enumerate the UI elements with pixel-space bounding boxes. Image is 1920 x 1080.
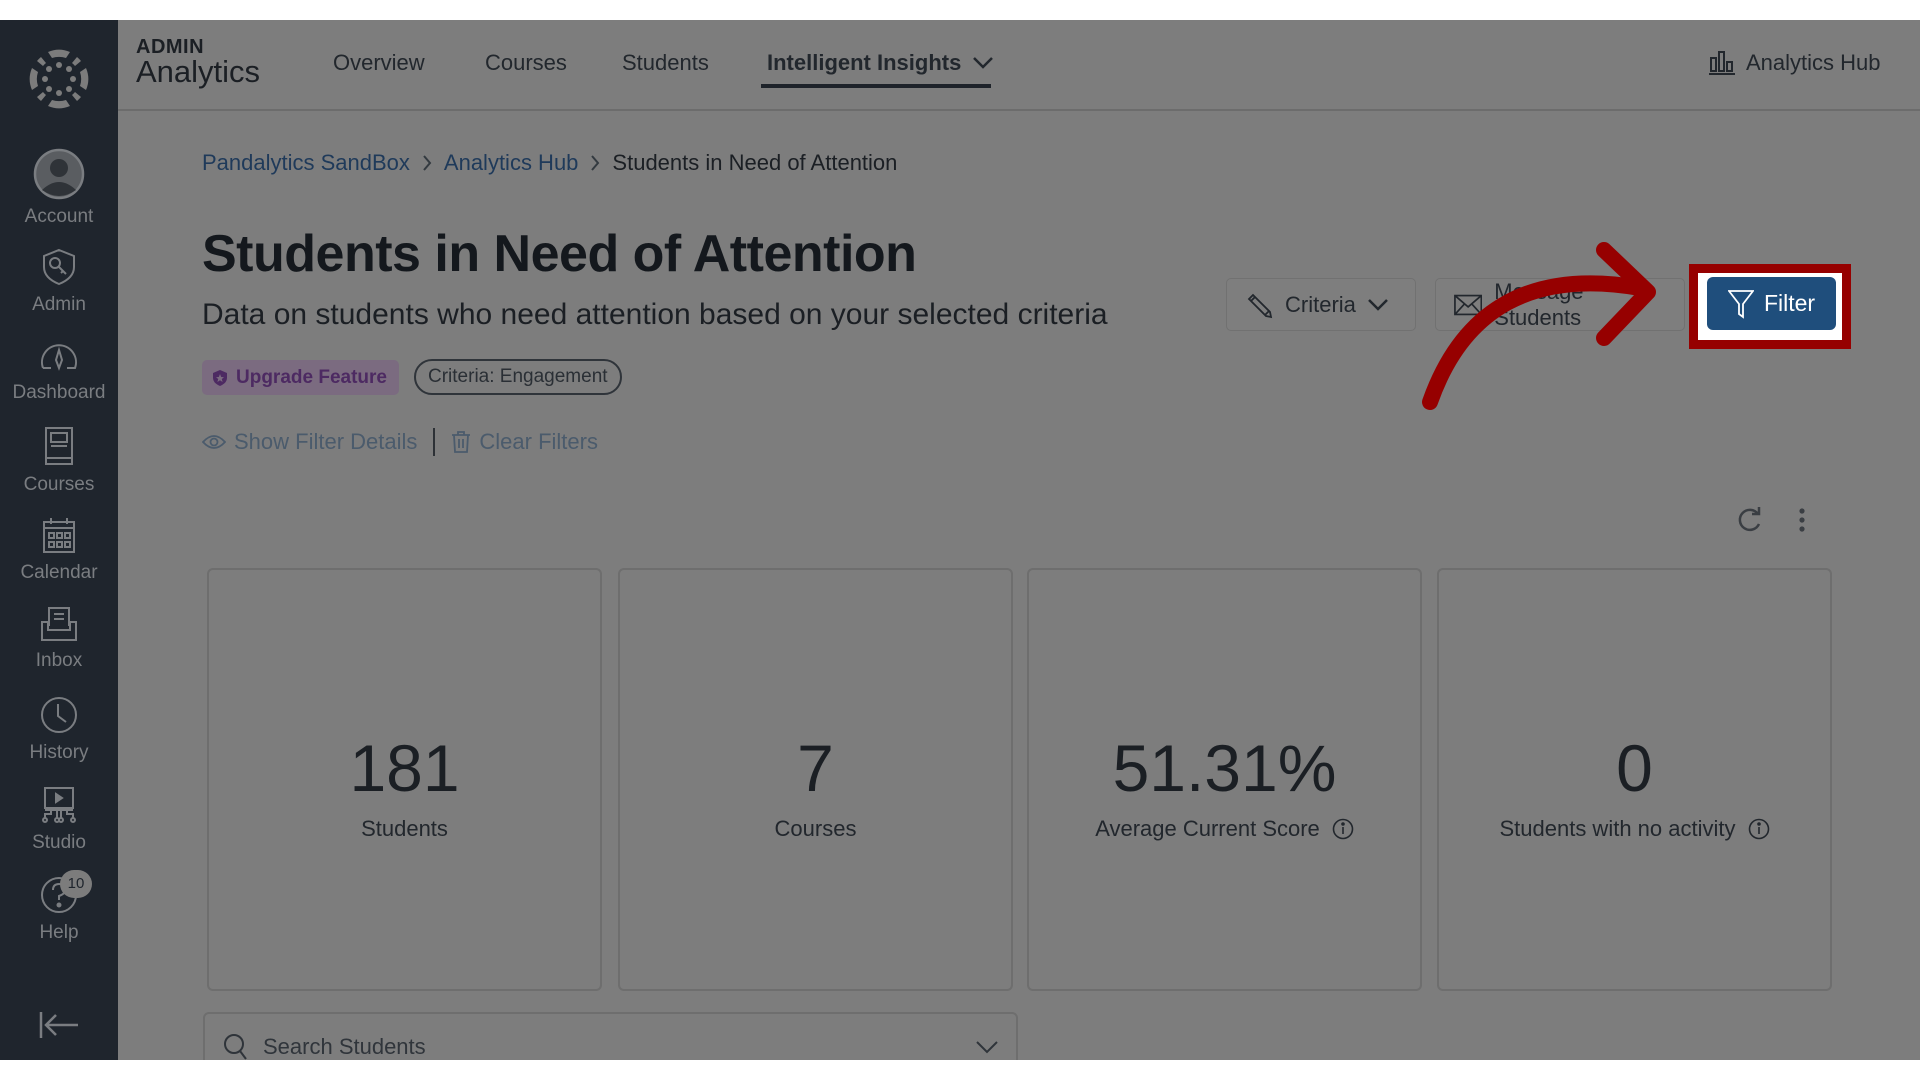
tab-intelligent-insights[interactable]: Intelligent Insights: [767, 50, 994, 76]
funnel-icon: [1727, 289, 1754, 319]
sidebar-item-studio[interactable]: Studio: [0, 786, 118, 854]
bar-chart-icon: [1709, 51, 1735, 75]
sidebar-item-label: Courses: [23, 474, 95, 495]
stat-label-text: Students: [361, 816, 448, 841]
more-options-icon[interactable]: [1790, 504, 1814, 536]
stat-value: 181: [349, 731, 460, 805]
sidebar-item-label: Studio: [32, 832, 86, 853]
sidebar-item-label: Account: [24, 206, 94, 227]
stat-value: 51.31%: [1112, 731, 1337, 805]
sidebar-item-label: History: [29, 742, 89, 763]
sidebar-item-calendar[interactable]: Calendar: [0, 516, 118, 584]
sidebar-item-label: Admin: [32, 294, 86, 315]
chevron-right-icon: [591, 155, 600, 171]
sidebar-item-dashboard[interactable]: Dashboard: [0, 338, 118, 404]
app-window: Account Admin Dashboard Courses Calendar: [0, 20, 1920, 1060]
calendar-icon: [42, 516, 76, 554]
sidebar-item-label: Help: [39, 922, 79, 943]
message-students-button[interactable]: Message Students: [1435, 278, 1685, 331]
active-tab-indicator: [761, 84, 991, 88]
inbox-icon: [40, 606, 78, 642]
chevron-right-icon: [423, 155, 432, 171]
canvas-logo-icon[interactable]: [28, 48, 90, 110]
sidebar-item-courses[interactable]: Courses: [0, 426, 118, 496]
filter-label: Filter: [1763, 290, 1816, 316]
breadcrumb-pandalytics-sandbox[interactable]: Pandalytics SandBox: [202, 150, 410, 176]
stat-card-average-score: 51.31% Average Current Score: [1027, 568, 1422, 991]
sidebar-item-history[interactable]: History: [0, 696, 118, 764]
tab-courses[interactable]: Courses: [485, 50, 567, 76]
upgrade-feature-badge[interactable]: Upgrade Feature: [202, 360, 399, 395]
sidebar-item-help[interactable]: 10 Help: [0, 870, 118, 944]
top-header: ADMIN Analytics Overview Courses Student…: [118, 20, 1920, 111]
chevron-down-icon: [973, 57, 994, 69]
criteria-label: Criteria: [1285, 291, 1356, 317]
stat-label: Students: [209, 816, 600, 842]
clear-filters-label: Clear Filters: [479, 429, 598, 454]
stat-label-text: Average Current Score: [1095, 816, 1320, 841]
stat-card-students: 181 Students: [207, 568, 602, 991]
brand-analytics-label: Analytics: [136, 54, 261, 89]
account-icon: [33, 148, 85, 200]
link-divider: [433, 428, 436, 456]
global-navigation: Account Admin Dashboard Courses Calendar: [0, 20, 118, 1060]
sidebar-item-admin[interactable]: Admin: [0, 248, 118, 316]
info-icon[interactable]: [1332, 818, 1354, 840]
search-students-input[interactable]: [263, 1034, 962, 1060]
eye-icon: [202, 435, 226, 449]
sidebar-item-inbox[interactable]: Inbox: [0, 606, 118, 672]
criteria-badge: Criteria: Engagement: [414, 359, 622, 395]
criteria-dropdown-button[interactable]: Criteria: [1226, 278, 1416, 331]
sidebar-item-account[interactable]: Account: [0, 148, 118, 228]
shield-star-icon: [213, 369, 227, 386]
trash-icon: [452, 431, 471, 453]
message-students-label: Message Students: [1494, 278, 1584, 330]
stat-label-text: Students with no activity: [1499, 816, 1736, 841]
tab-overview[interactable]: Overview: [333, 50, 425, 76]
show-filter-details-link[interactable]: Show Filter Details: [202, 429, 417, 455]
stat-value: 0: [1616, 731, 1653, 805]
help-notification-badge: 10: [60, 870, 92, 898]
stat-value: 7: [797, 731, 834, 805]
clear-filters-link[interactable]: Clear Filters: [451, 429, 598, 455]
collapse-navigation-icon[interactable]: [38, 1010, 80, 1040]
pencil-icon: [1247, 293, 1273, 318]
filter-links: Show Filter Details Clear Filters: [202, 428, 598, 456]
envelope-icon: [1454, 294, 1483, 315]
tab-label: Intelligent Insights: [767, 50, 962, 75]
dashboard-icon: [39, 338, 79, 374]
search-students-combobox[interactable]: [203, 1012, 1018, 1060]
stat-label-text: Courses: [774, 816, 857, 841]
page-title: Students in Need of Attention: [202, 225, 917, 283]
breadcrumb: Pandalytics SandBox Analytics Hub Studen…: [202, 150, 897, 176]
stat-label: Courses: [620, 816, 1011, 842]
history-icon: [40, 696, 78, 734]
studio-icon: [41, 786, 77, 824]
upgrade-feature-label: Upgrade Feature: [236, 366, 387, 388]
stat-card-no-activity: 0 Students with no activity: [1437, 568, 1832, 991]
analytics-hub-link[interactable]: Analytics Hub: [1708, 50, 1881, 76]
page-subtitle: Data on students who need attention base…: [202, 298, 1108, 331]
breadcrumb-analytics-hub[interactable]: Analytics Hub: [444, 150, 579, 176]
admin-icon: [40, 248, 78, 286]
stat-label: Average Current Score: [1029, 816, 1420, 842]
breadcrumb-current: Students in Need of Attention: [612, 150, 898, 175]
stat-label: Students with no activity: [1439, 816, 1830, 842]
courses-icon: [43, 426, 75, 466]
analytics-hub-label: Analytics Hub: [1746, 50, 1881, 75]
sidebar-item-label: Inbox: [35, 650, 83, 671]
filter-button[interactable]: Filter: [1707, 277, 1836, 330]
sidebar-item-label: Calendar: [20, 562, 98, 583]
search-icon: [224, 1034, 247, 1060]
chevron-down-icon[interactable]: [976, 1040, 998, 1054]
tab-students[interactable]: Students: [622, 50, 709, 76]
refresh-icon[interactable]: [1734, 504, 1764, 536]
chevron-down-icon: [1368, 298, 1388, 311]
sidebar-item-label: Dashboard: [12, 382, 106, 403]
stat-card-courses: 7 Courses: [618, 568, 1013, 991]
show-filter-details-label: Show Filter Details: [234, 429, 418, 454]
info-icon[interactable]: [1748, 818, 1770, 840]
